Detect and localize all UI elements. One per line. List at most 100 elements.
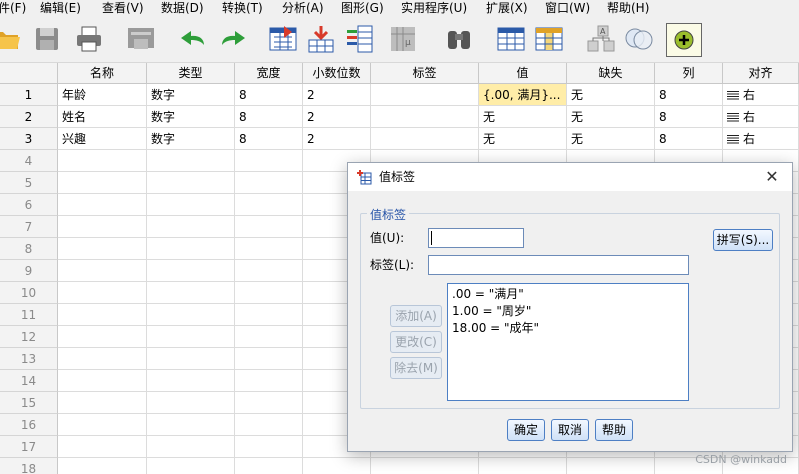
empty-cell[interactable] <box>235 194 303 216</box>
empty-cell[interactable] <box>235 414 303 436</box>
empty-cell[interactable] <box>147 326 235 348</box>
cell-name[interactable]: 年龄 <box>58 84 147 106</box>
column-header-label[interactable]: 标签 <box>371 63 479 84</box>
value-input[interactable] <box>428 228 524 248</box>
ok-button[interactable]: 确定 <box>507 419 545 441</box>
row-number[interactable]: 12 <box>0 326 58 348</box>
cell-width[interactable]: 8 <box>235 84 303 106</box>
empty-cell[interactable] <box>58 370 147 392</box>
empty-cell[interactable] <box>235 238 303 260</box>
change-button[interactable]: 更改(C) <box>390 331 442 353</box>
list-item[interactable]: .00 = "满月" <box>452 286 684 303</box>
row-number[interactable]: 3 <box>0 128 58 150</box>
menu-transform[interactable]: 转换(T) <box>220 0 265 16</box>
row-number[interactable]: 9 <box>0 260 58 282</box>
row-number[interactable]: 11 <box>0 304 58 326</box>
row-number[interactable]: 17 <box>0 436 58 458</box>
value-label-list[interactable]: .00 = "满月" 1.00 = "周岁" 18.00 = "成年" <box>447 283 689 401</box>
list-item[interactable]: 1.00 = "周岁" <box>452 303 684 320</box>
row-number[interactable]: 18 <box>0 458 58 474</box>
empty-cell[interactable] <box>303 458 371 474</box>
menu-analyze[interactable]: 分析(A) <box>280 0 326 16</box>
cell-values[interactable]: 无 <box>479 128 567 150</box>
empty-cell[interactable] <box>235 348 303 370</box>
redo-icon[interactable] <box>216 23 250 55</box>
empty-cell[interactable] <box>58 304 147 326</box>
label-input[interactable] <box>428 255 689 275</box>
empty-cell[interactable] <box>235 260 303 282</box>
goto-case-icon[interactable] <box>266 23 300 55</box>
empty-cell[interactable] <box>58 458 147 474</box>
empty-cell[interactable] <box>58 216 147 238</box>
empty-cell[interactable] <box>147 238 235 260</box>
cell-missing[interactable]: 无 <box>567 84 655 106</box>
empty-cell[interactable] <box>58 172 147 194</box>
column-header-missing[interactable]: 缺失 <box>567 63 655 84</box>
help-button[interactable]: 帮助 <box>595 419 633 441</box>
cell-width[interactable]: 8 <box>235 128 303 150</box>
empty-cell[interactable] <box>147 282 235 304</box>
empty-cell[interactable] <box>235 282 303 304</box>
dialog-recall-icon[interactable] <box>124 23 158 55</box>
column-header-align[interactable]: 对齐 <box>723 63 799 84</box>
menu-utilities[interactable]: 实用程序(U) <box>399 0 469 16</box>
empty-cell[interactable] <box>147 194 235 216</box>
menu-graphs[interactable]: 图形(G) <box>339 0 386 16</box>
row-number[interactable]: 14 <box>0 370 58 392</box>
row-number[interactable]: 10 <box>0 282 58 304</box>
row-number[interactable]: 5 <box>0 172 58 194</box>
list-item[interactable]: 18.00 = "成年" <box>452 320 684 337</box>
cell-align[interactable]: 右 <box>723 84 799 106</box>
cell-name[interactable]: 姓名 <box>58 106 147 128</box>
empty-cell[interactable] <box>147 172 235 194</box>
menu-extensions[interactable]: 扩展(X) <box>484 0 530 16</box>
cell-type[interactable]: 数字 <box>147 128 235 150</box>
empty-cell[interactable] <box>235 392 303 414</box>
split-file-icon[interactable]: A <box>584 23 618 55</box>
empty-cell[interactable] <box>235 216 303 238</box>
empty-cell[interactable] <box>58 194 147 216</box>
cell-width[interactable]: 8 <box>235 106 303 128</box>
empty-cell[interactable] <box>147 436 235 458</box>
empty-cell[interactable] <box>58 392 147 414</box>
find-binoculars-icon[interactable] <box>442 23 476 55</box>
save-icon[interactable] <box>30 23 64 55</box>
empty-cell[interactable] <box>371 458 479 474</box>
row-number[interactable]: 15 <box>0 392 58 414</box>
dialog-title-bar[interactable]: 值标签 ✕ <box>348 163 792 191</box>
remove-button[interactable]: 除去(M) <box>390 357 442 379</box>
cell-align[interactable]: 右 <box>723 128 799 150</box>
cell-columns[interactable]: 8 <box>655 84 723 106</box>
column-header-decimals[interactable]: 小数位数 <box>303 63 371 84</box>
column-header-name[interactable]: 名称 <box>58 63 147 84</box>
empty-cell[interactable] <box>58 150 147 172</box>
insert-variable-icon[interactable] <box>532 23 566 55</box>
empty-cell[interactable] <box>235 370 303 392</box>
use-sets-icon[interactable] <box>666 23 702 57</box>
insert-cases-icon[interactable] <box>494 23 528 55</box>
row-number[interactable]: 4 <box>0 150 58 172</box>
cell-decimals[interactable]: 2 <box>303 106 371 128</box>
row-number[interactable]: 2 <box>0 106 58 128</box>
empty-cell[interactable] <box>58 326 147 348</box>
empty-cell[interactable] <box>147 458 235 474</box>
empty-cell[interactable] <box>58 260 147 282</box>
empty-cell[interactable] <box>147 216 235 238</box>
column-header-columns[interactable]: 列 <box>655 63 723 84</box>
cell-name[interactable]: 兴趣 <box>58 128 147 150</box>
print-icon[interactable] <box>72 23 106 55</box>
empty-cell[interactable] <box>147 414 235 436</box>
empty-cell[interactable] <box>235 172 303 194</box>
column-header-type[interactable]: 类型 <box>147 63 235 84</box>
cell-values[interactable]: 无 <box>479 106 567 128</box>
empty-cell[interactable] <box>147 260 235 282</box>
empty-cell[interactable] <box>235 304 303 326</box>
spelling-button[interactable]: 拼写(S)... <box>713 229 773 251</box>
menu-data[interactable]: 数据(D) <box>159 0 206 16</box>
cell-columns[interactable]: 8 <box>655 106 723 128</box>
empty-cell[interactable] <box>235 326 303 348</box>
empty-cell[interactable] <box>479 458 567 474</box>
empty-cell[interactable] <box>58 436 147 458</box>
cell-decimals[interactable]: 2 <box>303 84 371 106</box>
row-number[interactable]: 13 <box>0 348 58 370</box>
